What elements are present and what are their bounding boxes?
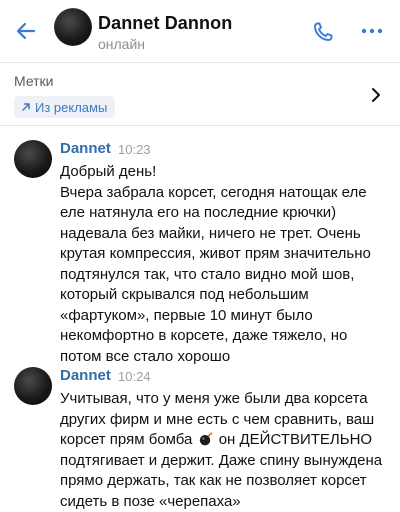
message-line: некомфортно в корсете, даже тяжело, но xyxy=(60,327,348,344)
avatar[interactable] xyxy=(52,6,94,48)
message-line: Вчера забрала корсет, сегодня натощак ел… xyxy=(60,183,367,201)
labels-divider xyxy=(0,125,400,126)
message-author[interactable]: Dannet xyxy=(60,140,111,157)
labels-title: Метки xyxy=(14,73,54,89)
contact-status: онлайн xyxy=(98,36,146,52)
message-line: «фартуком», первые 10 минут было xyxy=(60,306,313,324)
more-icon[interactable] xyxy=(360,23,384,39)
message-line: подтягивает и держит. Даже спину вынужде… xyxy=(60,451,383,469)
message-line: сидеть в позе «черепаха» xyxy=(60,492,241,510)
phone-icon[interactable] xyxy=(311,20,335,44)
message-text: Учитывая, что у меня уже были два корсет… xyxy=(60,389,394,512)
message-line: Добрый день! xyxy=(60,163,157,180)
message-text: Добрый день! Вчера забрала корсет, сегод… xyxy=(60,162,394,367)
message-line: надевала без майки, ничего не трет. Очен… xyxy=(60,224,361,242)
message-line: других фирм и мне есть с чем сравнить, в… xyxy=(60,410,375,428)
label-chip[interactable]: Из рекламы xyxy=(14,96,116,118)
bomb-emoji-icon xyxy=(199,432,212,446)
labels-section[interactable]: Метки Из рекламы xyxy=(0,63,400,125)
avatar[interactable] xyxy=(14,140,52,178)
message-line: прямо держать, так как не позволяет корс… xyxy=(60,472,367,489)
back-arrow-icon[interactable] xyxy=(14,19,38,43)
message-line: крутая компрессия, живот прям значительн… xyxy=(60,245,371,262)
message-line: потом все стало хорошо xyxy=(60,347,231,365)
message-line: Учитывая, что у меня уже были два корсет… xyxy=(60,390,368,407)
message-time: 10:23 xyxy=(118,142,151,157)
label-chip-text: Из рекламы xyxy=(35,99,108,115)
message-fragment: корсет прям бомба xyxy=(60,431,193,448)
message-time: 10:24 xyxy=(118,369,151,384)
message-line: еле натянула его на последние крючки) xyxy=(60,204,337,221)
avatar[interactable] xyxy=(14,367,52,405)
external-arrow-icon xyxy=(22,103,30,111)
message-line: который скрывался под небольшим xyxy=(60,286,309,303)
chevron-right-icon[interactable] xyxy=(370,87,382,103)
message-author[interactable]: Dannet xyxy=(60,367,111,384)
message-line: корсет прям бомба он ДЕЙСТВИТЕЛЬНО xyxy=(60,430,394,451)
contact-name[interactable]: Dannet Dannon xyxy=(98,13,232,34)
message-line: подтянулся так, что стало видно мой шов, xyxy=(60,265,355,283)
message-fragment: он ДЕЙСТВИТЕЛЬНО xyxy=(218,431,373,448)
chat-header: Dannet Dannon онлайн xyxy=(0,0,400,62)
